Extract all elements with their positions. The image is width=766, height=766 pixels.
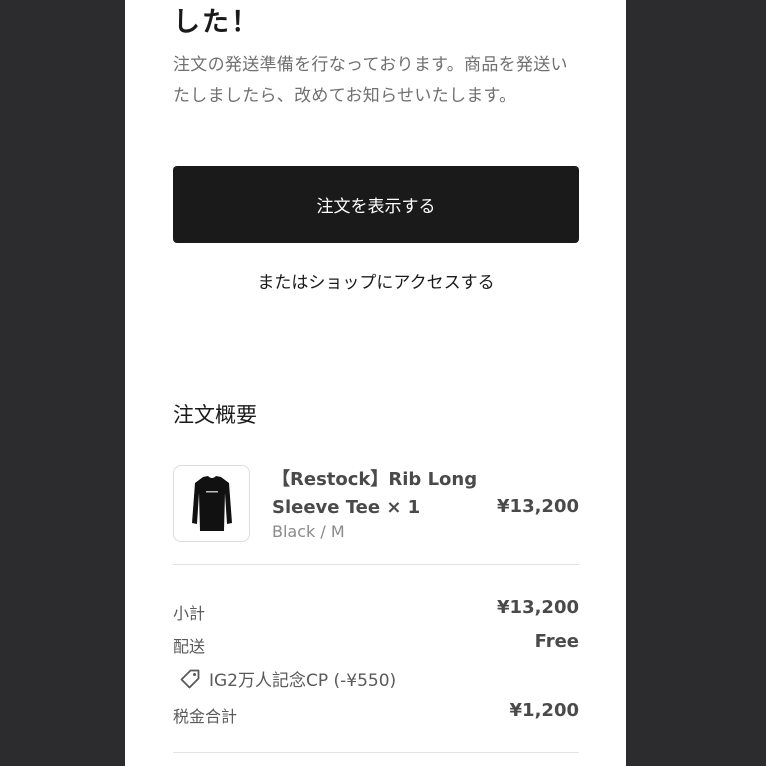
discount-row: IG2万人記念CP (-¥550) [179, 666, 396, 691]
page-title: した！ [173, 7, 260, 38]
tax-label: 税金合計 [173, 707, 238, 726]
order-confirmation-page: した！ 注文の発送準備を行なっております。商品を発送いたしましたら、改めてお知ら… [125, 0, 626, 766]
tax-value: ¥1,200 [509, 700, 579, 721]
subtotal-value: ¥13,200 [497, 597, 579, 618]
product-variant: Black / M [272, 522, 345, 541]
tag-icon [180, 669, 200, 688]
product-thumbnail [173, 465, 250, 542]
long-sleeve-tee-icon [191, 475, 232, 531]
view-order-button[interactable]: 注文を表示する [173, 166, 579, 243]
discount-text: IG2万人記念CP (-¥550) [209, 671, 397, 691]
subtotal-label: 小計 [173, 604, 206, 623]
visit-shop-link[interactable]: またはショップにアクセスする [173, 268, 579, 293]
bottom-divider [173, 752, 579, 753]
order-summary-heading: 注文概要 [173, 403, 257, 427]
shipping-value: Free [534, 631, 579, 652]
shipping-message: 注文の発送準備を行なっております。商品を発送いたしましたら、改めてお知らせいたし… [173, 55, 568, 106]
product-name: 【Restock】Rib Long Sleeve Tee × 1 [272, 469, 478, 518]
product-price: ¥13,200 [497, 496, 579, 517]
summary-divider [173, 564, 579, 565]
shipping-label: 配送 [173, 637, 206, 656]
